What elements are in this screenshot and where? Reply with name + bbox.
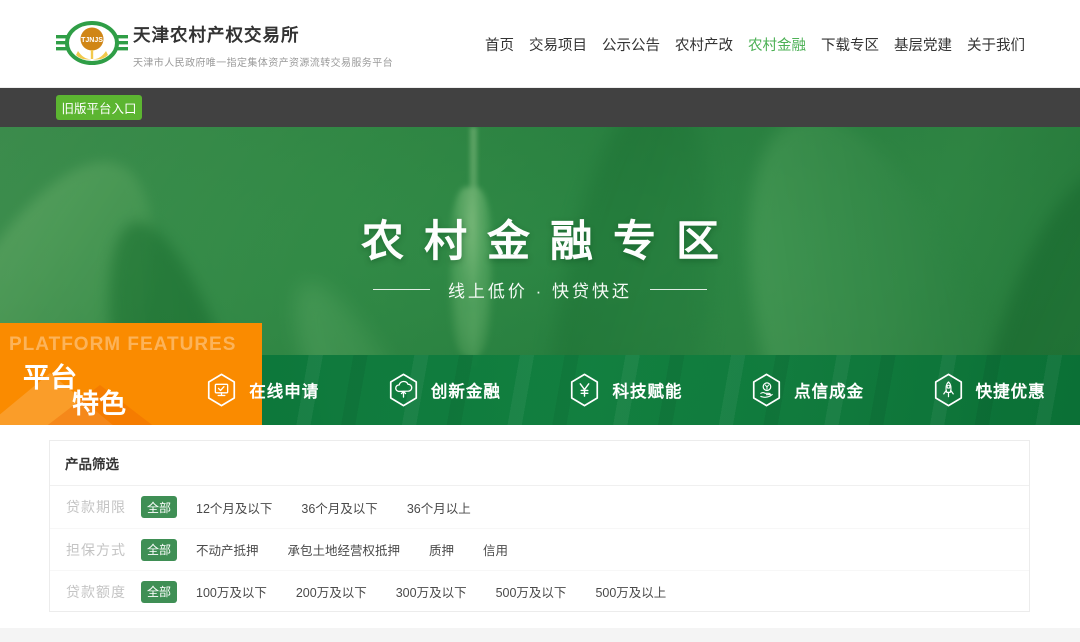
filter-card-title: 产品筛选 bbox=[50, 441, 1029, 486]
svg-text:TJNJS: TJNJS bbox=[81, 37, 103, 44]
tab-innovative-finance[interactable]: 创新金融 bbox=[354, 355, 536, 425]
monitor-check-icon bbox=[206, 373, 237, 407]
cloud-upload-icon bbox=[388, 373, 419, 407]
filter-option[interactable]: 承包土地经营权抵押 bbox=[288, 540, 401, 559]
filter-option[interactable]: 不动产抵押 bbox=[196, 540, 259, 559]
rocket-icon bbox=[933, 373, 964, 407]
tab-label: 快捷优惠 bbox=[976, 378, 1046, 402]
hand-coin-icon bbox=[751, 373, 782, 407]
nav-item-home[interactable]: 首页 bbox=[485, 34, 514, 55]
brand-block: 天津农村产权交易所 天津市人民政府唯一指定集体资产资源流转交易服务平台 bbox=[133, 22, 393, 69]
filter-options: 不动产抵押 承包土地经营权抵押 质押 信用 bbox=[196, 540, 537, 559]
filter-options: 12个月及以下 36个月及以下 36个月以上 bbox=[196, 498, 500, 517]
footer-strip bbox=[0, 628, 1080, 642]
banner-subtitle: 线上低价 · 快贷快还 bbox=[448, 277, 632, 302]
filter-options: 100万及以下 200万及以下 300万及以下 500万及以下 500万及以上 bbox=[196, 582, 695, 601]
filter-row-label: 担保方式 bbox=[66, 540, 128, 560]
yen-icon bbox=[569, 373, 600, 407]
filter-option[interactable]: 100万及以下 bbox=[196, 582, 267, 601]
feature-tabs: 在线申请 创新金融 科技赋能 点信成金 bbox=[172, 355, 1080, 425]
header: TJNJS 天津农村产权交易所 天津市人民政府唯一指定集体资产资源流转交易服务平… bbox=[0, 0, 1080, 88]
tab-label: 在线申请 bbox=[249, 378, 319, 402]
features-eyebrow: PLATFORM FEATURES bbox=[9, 334, 236, 356]
filter-row-label: 贷款额度 bbox=[66, 582, 128, 602]
filter-all-button[interactable]: 全部 bbox=[141, 539, 177, 561]
secondary-topbar: 旧版平台入口 bbox=[0, 88, 1080, 127]
filter-all-button[interactable]: 全部 bbox=[141, 496, 177, 518]
nav-item-about-us[interactable]: 关于我们 bbox=[967, 34, 1025, 55]
main-nav: 首页 交易项目 公示公告 农村产改 农村金融 下载专区 基层党建 关于我们 bbox=[485, 0, 1025, 88]
filter-all-button[interactable]: 全部 bbox=[141, 581, 177, 603]
nav-item-announcements[interactable]: 公示公告 bbox=[602, 34, 660, 55]
site-subtitle: 天津市人民政府唯一指定集体资产资源流转交易服务平台 bbox=[133, 54, 393, 69]
filter-option[interactable]: 500万及以下 bbox=[496, 582, 567, 601]
banner-title: 农村金融专区 bbox=[0, 207, 1080, 269]
subtitle-right-line bbox=[650, 289, 707, 290]
filter-row-guarantee-type: 担保方式 全部 不动产抵押 承包土地经营权抵押 质押 信用 bbox=[50, 528, 1029, 570]
banner-subtitle-row: 线上低价 · 快贷快还 bbox=[0, 277, 1080, 302]
nav-item-rural-finance[interactable]: 农村金融 bbox=[748, 34, 806, 55]
tab-label: 科技赋能 bbox=[612, 378, 682, 402]
tab-label: 创新金融 bbox=[431, 378, 501, 402]
filter-option[interactable]: 500万及以上 bbox=[595, 582, 666, 601]
tab-tech-empowerment[interactable]: 科技赋能 bbox=[535, 355, 717, 425]
nav-item-downloads[interactable]: 下载专区 bbox=[821, 34, 879, 55]
nav-item-rural-reform[interactable]: 农村产改 bbox=[675, 34, 733, 55]
filter-option[interactable]: 200万及以下 bbox=[296, 582, 367, 601]
nav-item-party-building[interactable]: 基层党建 bbox=[894, 34, 952, 55]
tab-online-apply[interactable]: 在线申请 bbox=[172, 355, 354, 425]
filter-option[interactable]: 300万及以下 bbox=[396, 582, 467, 601]
filter-option[interactable]: 12个月及以下 bbox=[196, 498, 272, 517]
filter-row-loan-amount: 贷款额度 全部 100万及以下 200万及以下 300万及以下 500万及以下 … bbox=[50, 570, 1029, 612]
filter-option[interactable]: 36个月及以下 bbox=[301, 498, 377, 517]
filter-option[interactable]: 36个月以上 bbox=[407, 498, 471, 517]
tab-quick-discount[interactable]: 快捷优惠 bbox=[898, 355, 1080, 425]
filter-option[interactable]: 质押 bbox=[429, 540, 454, 559]
product-filter-card: 产品筛选 贷款期限 全部 12个月及以下 36个月及以下 36个月以上 担保方式… bbox=[49, 440, 1030, 612]
tab-credit-to-gold[interactable]: 点信成金 bbox=[717, 355, 899, 425]
nav-item-trade-projects[interactable]: 交易项目 bbox=[529, 34, 587, 55]
site-title: 天津农村产权交易所 bbox=[133, 22, 393, 47]
filter-option[interactable]: 信用 bbox=[483, 540, 508, 559]
exchange-logo-icon[interactable]: TJNJS bbox=[56, 13, 128, 75]
subtitle-left-line bbox=[373, 289, 430, 290]
filter-row-label: 贷款期限 bbox=[66, 497, 128, 517]
features-title-line1: 平台 bbox=[23, 356, 77, 395]
tab-label: 点信成金 bbox=[794, 378, 864, 402]
page: TJNJS 天津农村产权交易所 天津市人民政府唯一指定集体资产资源流转交易服务平… bbox=[0, 0, 1080, 642]
filter-row-loan-term: 贷款期限 全部 12个月及以下 36个月及以下 36个月以上 bbox=[50, 486, 1029, 528]
features-title-line2: 特色 bbox=[72, 382, 126, 421]
old-platform-entry-button[interactable]: 旧版平台入口 bbox=[56, 95, 142, 120]
